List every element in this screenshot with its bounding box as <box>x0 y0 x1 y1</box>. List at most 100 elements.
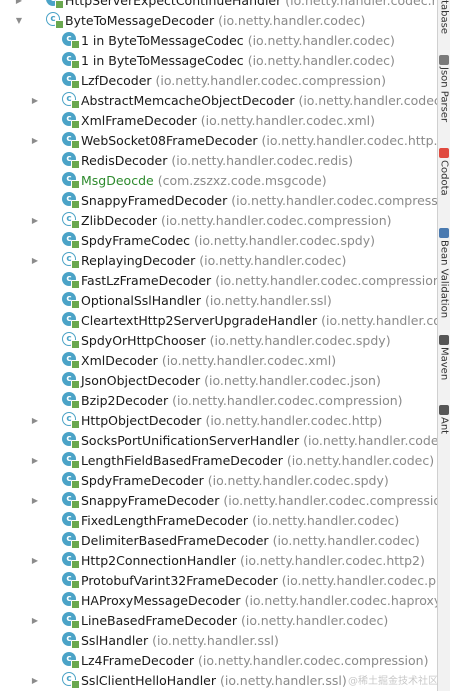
tree-row[interactable]: c CleartextHttp2ServerUpgradeHandler (io.n… <box>0 310 438 330</box>
expand-arrow-icon[interactable]: ▶ <box>30 670 40 690</box>
tree-row[interactable]: c SnappyFramedDecoder (io.netty.handler.co… <box>0 190 438 210</box>
class-name: SnappyFramedDecoder <box>81 192 228 208</box>
collapse-arrow-icon[interactable]: ▼ <box>14 10 24 30</box>
tree-row-label: HttpObjectDecoder (io.netty.handler.codec… <box>81 413 382 428</box>
public-access-icon <box>71 620 80 629</box>
tree-row[interactable]: ▶ c LineBasedFrameDecoder (io.netty.handler… <box>0 610 438 630</box>
package-name: (io.netty.handler.ssl) <box>220 672 347 688</box>
bean-validation-icon <box>439 228 449 238</box>
tree-row[interactable]: ▶ c HttpObjectDecoder (io.netty.handler.cod… <box>0 410 438 430</box>
class-name: HAProxyMessageDecoder <box>81 592 241 608</box>
tree-row[interactable]: c1 in ByteToMessageCodec (io.netty.handle… <box>0 50 438 70</box>
public-access-icon <box>71 120 80 129</box>
tree-row-label: SslHandler (io.netty.handler.ssl) <box>81 633 279 648</box>
tree-row-label: JsonObjectDecoder (io.netty.handler.codec… <box>81 373 381 388</box>
json-parser-icon <box>439 55 449 65</box>
package-name: (io.netty.handler.codec) <box>247 32 395 48</box>
expand-arrow-icon[interactable]: ▶ <box>30 450 40 470</box>
class-icon: c <box>62 472 80 489</box>
class-name: SslHandler <box>81 632 149 648</box>
tree-row-label: DelimiterBasedFrameDecoder (io.netty.hand… <box>81 533 420 548</box>
tree-row[interactable]: ▶ c WebSocket08FrameDecoder (io.netty.handl… <box>0 130 438 150</box>
tree-row[interactable]: c OptionalSslHandler (io.netty.handler.ssl… <box>0 290 438 310</box>
tree-row-label: HttpServerExpectContinueHandler (io.netty… <box>65 0 438 8</box>
expand-arrow-icon[interactable]: ▶ <box>30 210 40 230</box>
expand-arrow-icon[interactable]: ▶ <box>30 610 40 630</box>
tree-row-label: LineBasedFrameDecoder (io.netty.handler.c… <box>81 613 388 628</box>
tree-row[interactable]: c SpdyFrameDecoder (io.netty.handler.codec… <box>0 470 438 490</box>
tool-window-button[interactable]: Ant <box>438 405 450 434</box>
tree-row-label: Bzip2Decoder (io.netty.handler.codec.comp… <box>81 393 403 408</box>
tree-row[interactable]: ▶ c LengthFieldBasedFrameDecoder (io.netty.… <box>0 450 438 470</box>
tree-row[interactable]: c1 in ByteToMessageCodec (io.netty.handle… <box>0 30 438 50</box>
tree-row[interactable]: c Bzip2Decoder (io.netty.handler.codec.com… <box>0 390 438 410</box>
package-name: (io.netty.handler.codec.http2) <box>240 552 425 568</box>
expand-arrow-icon[interactable]: ▶ <box>30 410 40 430</box>
class-name: SpdyFrameDecoder <box>81 472 204 488</box>
tree-row[interactable]: c ProtobufVarint32FrameDecoder (io.netty.h… <box>0 570 438 590</box>
public-access-icon <box>71 440 80 449</box>
tree-row[interactable]: ▶ cHttpServerExpectContinueHandler(io.net… <box>0 0 438 10</box>
class-name: HttpObjectDecoder <box>81 412 202 428</box>
tree-row[interactable]: c FixedLengthFrameDecoder (io.netty.handle… <box>0 510 438 530</box>
tree-row[interactable]: ▶ c ZlibDecoder (io.netty.handler.codec.com… <box>0 210 438 230</box>
class-icon: c <box>62 72 80 89</box>
class-name: LengthFieldBasedFrameDecoder <box>81 452 283 468</box>
tree-row[interactable]: ▼ c ByteToMessageDecoder (io.netty.handler.… <box>0 10 438 30</box>
tool-window-button[interactable]: Json Parser <box>438 55 450 122</box>
tree-row[interactable]: c SpdyOrHttpChooser (io.netty.handler.code… <box>0 330 438 350</box>
abstract-class-icon: c <box>62 332 80 349</box>
tree-row[interactable]: c HAProxyMessageDecoder (io.netty.handler.… <box>0 590 438 610</box>
tree-row[interactable]: c DelimiterBasedFrameDecoder (io.netty.han… <box>0 530 438 550</box>
tree-row-label: FixedLengthFrameDecoder (io.netty.handler… <box>81 513 399 528</box>
package-name: (com.zszxz.code.msgcode) <box>157 172 327 188</box>
expand-arrow-icon[interactable]: ▶ <box>30 550 40 570</box>
tree-row-label: CleartextHttp2ServerUpgradeHandler (io.ne… <box>81 313 438 328</box>
tree-row[interactable]: c XmlDecoder (io.netty.handler.codec.xml) <box>0 350 438 370</box>
expand-arrow-icon[interactable]: ▶ <box>30 130 40 150</box>
tree-row[interactable]: c RedisDecoder (io.netty.handler.codec.red… <box>0 150 438 170</box>
tree-row-label: OptionalSslHandler (io.netty.handler.ssl) <box>81 293 332 308</box>
class-icon: c <box>62 432 80 449</box>
class-icon: c <box>62 612 80 629</box>
tree-row[interactable]: c FastLzFrameDecoder (io.netty.handler.cod… <box>0 270 438 290</box>
tree-row-label: SpdyFrameCodec (io.netty.handler.codec.sp… <box>81 233 375 248</box>
tree-row[interactable]: ▶ c AbstractMemcacheObjectDecoder (io.netty… <box>0 90 438 110</box>
package-name: (io.netty.handler.codec) <box>247 52 395 68</box>
tree-row-label: LzfDecoder (io.netty.handler.codec.compre… <box>81 73 386 88</box>
tool-window-button[interactable]: Codota <box>438 148 450 196</box>
tree-row-selected[interactable]: c MsgDeocde (com.zszxz.code.msgcode) <box>0 170 438 190</box>
tree-row[interactable]: c JsonObjectDecoder (io.netty.handler.code… <box>0 370 438 390</box>
tool-window-label: Bean Validation <box>438 240 450 319</box>
tool-window-button[interactable]: Bean Validation <box>438 228 450 318</box>
public-access-icon <box>71 340 80 349</box>
package-name: (io.netty.handler.codec) <box>252 512 400 528</box>
tree-row[interactable]: ▶ c Http2ConnectionHandler (io.netty.handle… <box>0 550 438 570</box>
class-icon: c <box>62 192 80 209</box>
expand-arrow-icon[interactable]: ▶ <box>14 0 24 10</box>
tree-row[interactable]: c SslHandler (io.netty.handler.ssl) <box>0 630 438 650</box>
public-access-icon <box>71 500 80 509</box>
class-icon: c <box>62 232 80 249</box>
tool-window-button[interactable]: Maven <box>438 335 450 380</box>
tree-row[interactable]: ▶ c SnappyFrameDecoder (io.netty.handler.co… <box>0 490 438 510</box>
class-name: DelimiterBasedFrameDecoder <box>81 532 269 548</box>
class-name: OptionalSslHandler <box>81 292 201 308</box>
class-icon: c <box>62 632 80 649</box>
class-icon: c <box>62 152 80 169</box>
expand-arrow-icon[interactable]: ▶ <box>30 250 40 270</box>
tree-row[interactable]: ▶ c ReplayingDecoder (io.netty.handler.code… <box>0 250 438 270</box>
watermark: @稀土掘金技术社区 <box>348 676 438 687</box>
tree-row[interactable]: c LzfDecoder (io.netty.handler.codec.compr… <box>0 70 438 90</box>
expand-arrow-icon[interactable]: ▶ <box>30 490 40 510</box>
tree-row[interactable]: c SpdyFrameCodec (io.netty.handler.codec.s… <box>0 230 438 250</box>
class-name: WebSocket08FrameDecoder <box>81 132 258 148</box>
tree-row[interactable]: c Lz4FrameDecoder (io.netty.handler.codec.… <box>0 650 438 670</box>
tree-row[interactable]: c XmlFrameDecoder (io.netty.handler.codec.… <box>0 110 438 130</box>
class-name: FixedLengthFrameDecoder <box>81 512 249 528</box>
expand-arrow-icon[interactable]: ▶ <box>30 90 40 110</box>
tree-row-label: ProtobufVarint32FrameDecoder (io.netty.ha… <box>81 573 438 588</box>
class-icon: c <box>62 512 80 529</box>
tree-row[interactable]: c SocksPortUnificationServerHandler (io.ne… <box>0 430 438 450</box>
tool-window-button[interactable]: atabase <box>438 0 450 34</box>
